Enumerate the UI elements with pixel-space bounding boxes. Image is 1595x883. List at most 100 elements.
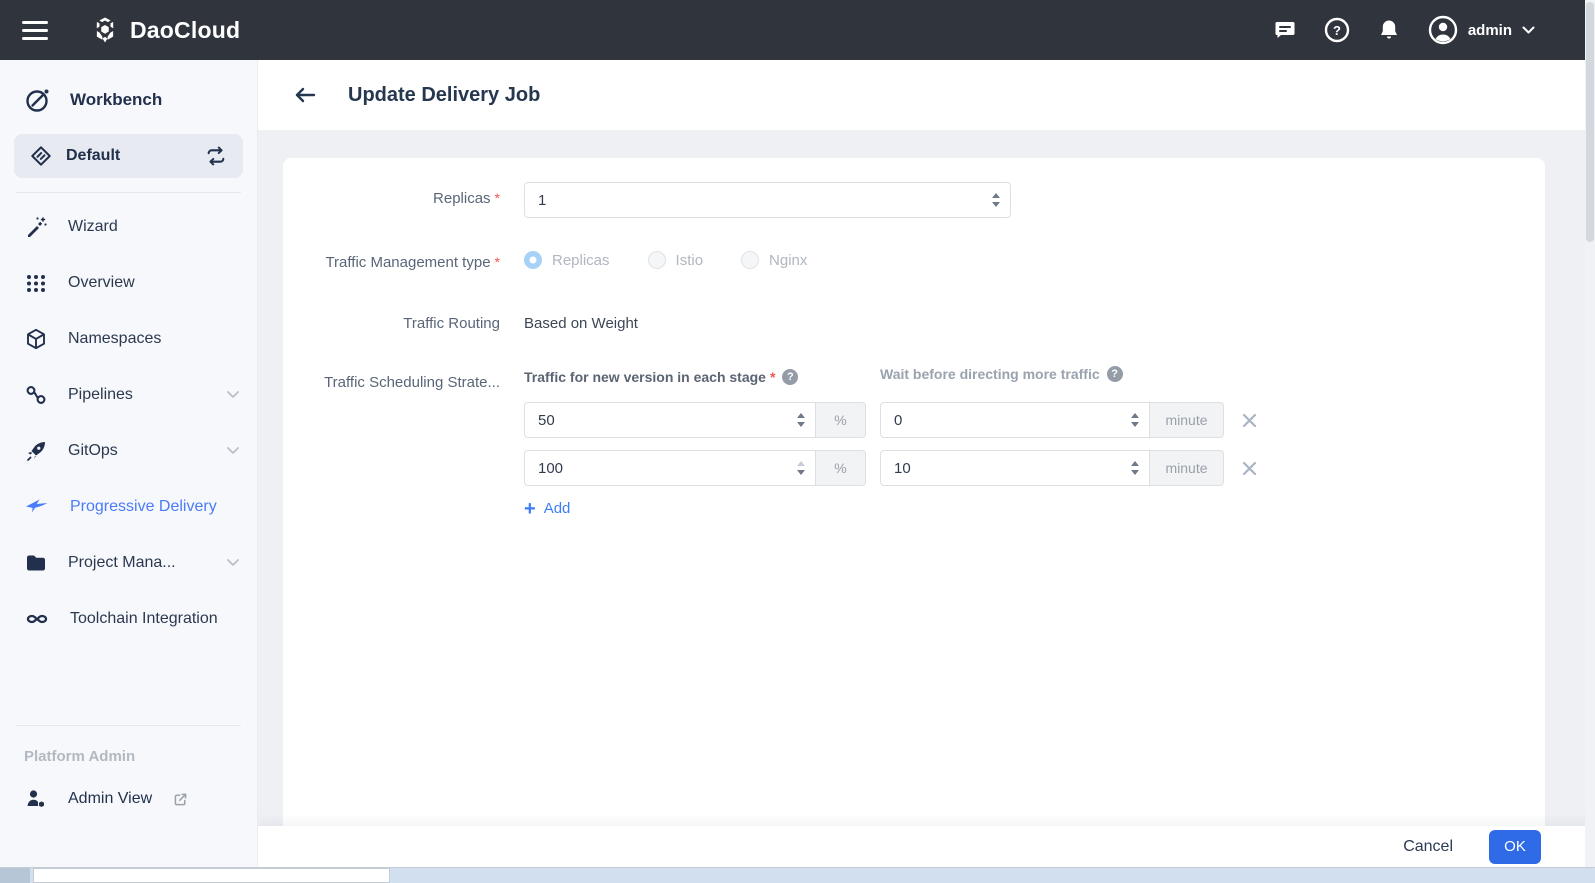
message-icon[interactable] [1272, 17, 1298, 43]
bell-icon[interactable] [1376, 17, 1402, 43]
replicas-input[interactable] [525, 192, 986, 209]
stepper[interactable] [791, 413, 815, 427]
plus-icon: + [524, 501, 536, 517]
horizontal-scrollbar[interactable] [0, 867, 1595, 883]
user-menu[interactable]: admin [1428, 15, 1535, 45]
stepper[interactable] [1125, 413, 1149, 427]
radio-selected-icon [524, 251, 542, 269]
minute-unit-addon: minute [1150, 450, 1224, 486]
sidebar-item-wizard[interactable]: Wizard [0, 199, 257, 255]
step-up-icon[interactable] [1131, 413, 1139, 418]
folder-icon [24, 551, 48, 575]
traffic-routing-value: Based on Weight [524, 315, 638, 332]
main-area: Update Delivery Job Replicas* Traffic Ma… [258, 60, 1595, 867]
radio-nginx[interactable]: Nginx [741, 251, 807, 269]
help-icon[interactable]: ? [1107, 366, 1123, 382]
step-down-icon[interactable] [1131, 470, 1139, 475]
percent-unit-addon: % [816, 402, 866, 438]
form-card: Replicas* Traffic Management type* [283, 158, 1545, 826]
sidebar-item-toolchain-integration[interactable]: Toolchain Integration [0, 591, 257, 647]
step-down-icon[interactable] [992, 202, 1000, 207]
user-name: admin [1468, 22, 1512, 39]
stage-row-1: % minute [524, 402, 1258, 438]
cancel-button[interactable]: Cancel [1403, 838, 1453, 856]
pipeline-icon [24, 383, 48, 407]
back-arrow-icon[interactable] [292, 82, 318, 108]
wait-column-header: Wait before directing more traffic ? [880, 366, 1123, 382]
radio-istio[interactable]: Istio [648, 251, 704, 269]
menu-icon[interactable] [22, 21, 48, 40]
radio-unselected-icon [741, 251, 759, 269]
sidebar-item-overview[interactable]: Overview [0, 255, 257, 311]
brand-name: DaoCloud [130, 17, 240, 44]
add-stage-button[interactable]: + Add [524, 500, 570, 517]
traffic-management-type-label: Traffic Management type* [283, 254, 500, 271]
sidebar-item-gitops[interactable]: GitOps [0, 423, 257, 479]
sidebar-item-project-management[interactable]: Project Mana... [0, 535, 257, 591]
sidebar-item-pipelines[interactable]: Pipelines [0, 367, 257, 423]
percent-unit-addon: % [816, 450, 866, 486]
step-up-icon[interactable] [797, 413, 805, 418]
horizontal-scrollbar-thumb[interactable] [33, 868, 390, 883]
stage1-wait-input[interactable] [881, 412, 1125, 429]
page-title: Update Delivery Job [348, 84, 540, 107]
step-up-icon-disabled [797, 461, 805, 466]
replicas-label: Replicas* [283, 190, 500, 207]
traffic-scheduling-strategy-label: Traffic Scheduling Strate... [283, 374, 500, 391]
external-link-icon [172, 791, 189, 808]
scrollbar-corner [0, 868, 30, 883]
brand-logo: DaoCloud [90, 15, 240, 45]
stage1-wait-input-box [880, 402, 1150, 438]
switch-workspace-icon[interactable] [205, 145, 227, 167]
stage2-wait-input[interactable] [881, 460, 1125, 477]
replicas-stepper[interactable] [986, 193, 1010, 207]
stage2-traffic-input[interactable] [525, 460, 791, 477]
stage1-traffic-input[interactable] [525, 412, 791, 429]
vertical-scrollbar-thumb[interactable] [1586, 2, 1594, 242]
sidebar-item-admin-view[interactable]: Admin View [0, 771, 257, 827]
traffic-routing-label: Traffic Routing [283, 315, 500, 332]
wizard-icon [24, 215, 48, 239]
stage-column-header: Traffic for new version in each stage* ? [524, 369, 798, 385]
stage1-traffic-input-box [524, 402, 816, 438]
workspace-selector[interactable]: Default [14, 134, 243, 178]
top-header-bar: DaoCloud ? [0, 0, 1595, 60]
delete-stage-icon[interactable] [1240, 459, 1258, 477]
step-down-icon[interactable] [1131, 422, 1139, 427]
help-icon[interactable]: ? [1324, 17, 1350, 43]
page-header: Update Delivery Job [258, 60, 1595, 130]
ok-button[interactable]: OK [1489, 830, 1541, 864]
vertical-scrollbar[interactable] [1585, 0, 1595, 867]
daocloud-logo-icon [90, 15, 120, 45]
cube-icon [24, 327, 48, 351]
step-up-icon[interactable] [992, 193, 1000, 198]
infinity-icon [24, 607, 50, 631]
admin-view-label: Admin View [68, 790, 152, 808]
sidebar-item-workbench[interactable]: Workbench [0, 60, 257, 114]
avatar [1428, 15, 1458, 45]
add-label: Add [544, 500, 571, 517]
workspace-icon [30, 145, 52, 167]
sidebar-item-progressive-delivery[interactable]: Progressive Delivery [0, 479, 257, 535]
stage2-wait-input-box [880, 450, 1150, 486]
delete-stage-icon[interactable] [1240, 411, 1258, 429]
step-up-icon[interactable] [1131, 461, 1139, 466]
step-down-icon[interactable] [797, 422, 805, 427]
admin-user-icon [24, 787, 48, 811]
workbench-icon [24, 86, 52, 114]
radio-replicas[interactable]: Replicas [524, 251, 610, 269]
sidebar-item-namespaces[interactable]: Namespaces [0, 311, 257, 367]
required-asterisk: * [495, 254, 500, 270]
replicas-input-box [524, 182, 1011, 218]
svg-text:?: ? [1333, 23, 1341, 38]
stepper[interactable] [791, 461, 815, 475]
minute-unit-addon: minute [1150, 402, 1224, 438]
chevron-down-icon [227, 559, 239, 567]
help-icon[interactable]: ? [782, 369, 798, 385]
step-down-icon[interactable] [797, 470, 805, 475]
platform-admin-section-label: Platform Admin [0, 726, 257, 771]
footer-action-bar: Cancel OK [258, 826, 1595, 867]
sidebar: Workbench Default [0, 60, 258, 867]
stepper[interactable] [1125, 461, 1149, 475]
workspace-name: Default [66, 147, 191, 165]
